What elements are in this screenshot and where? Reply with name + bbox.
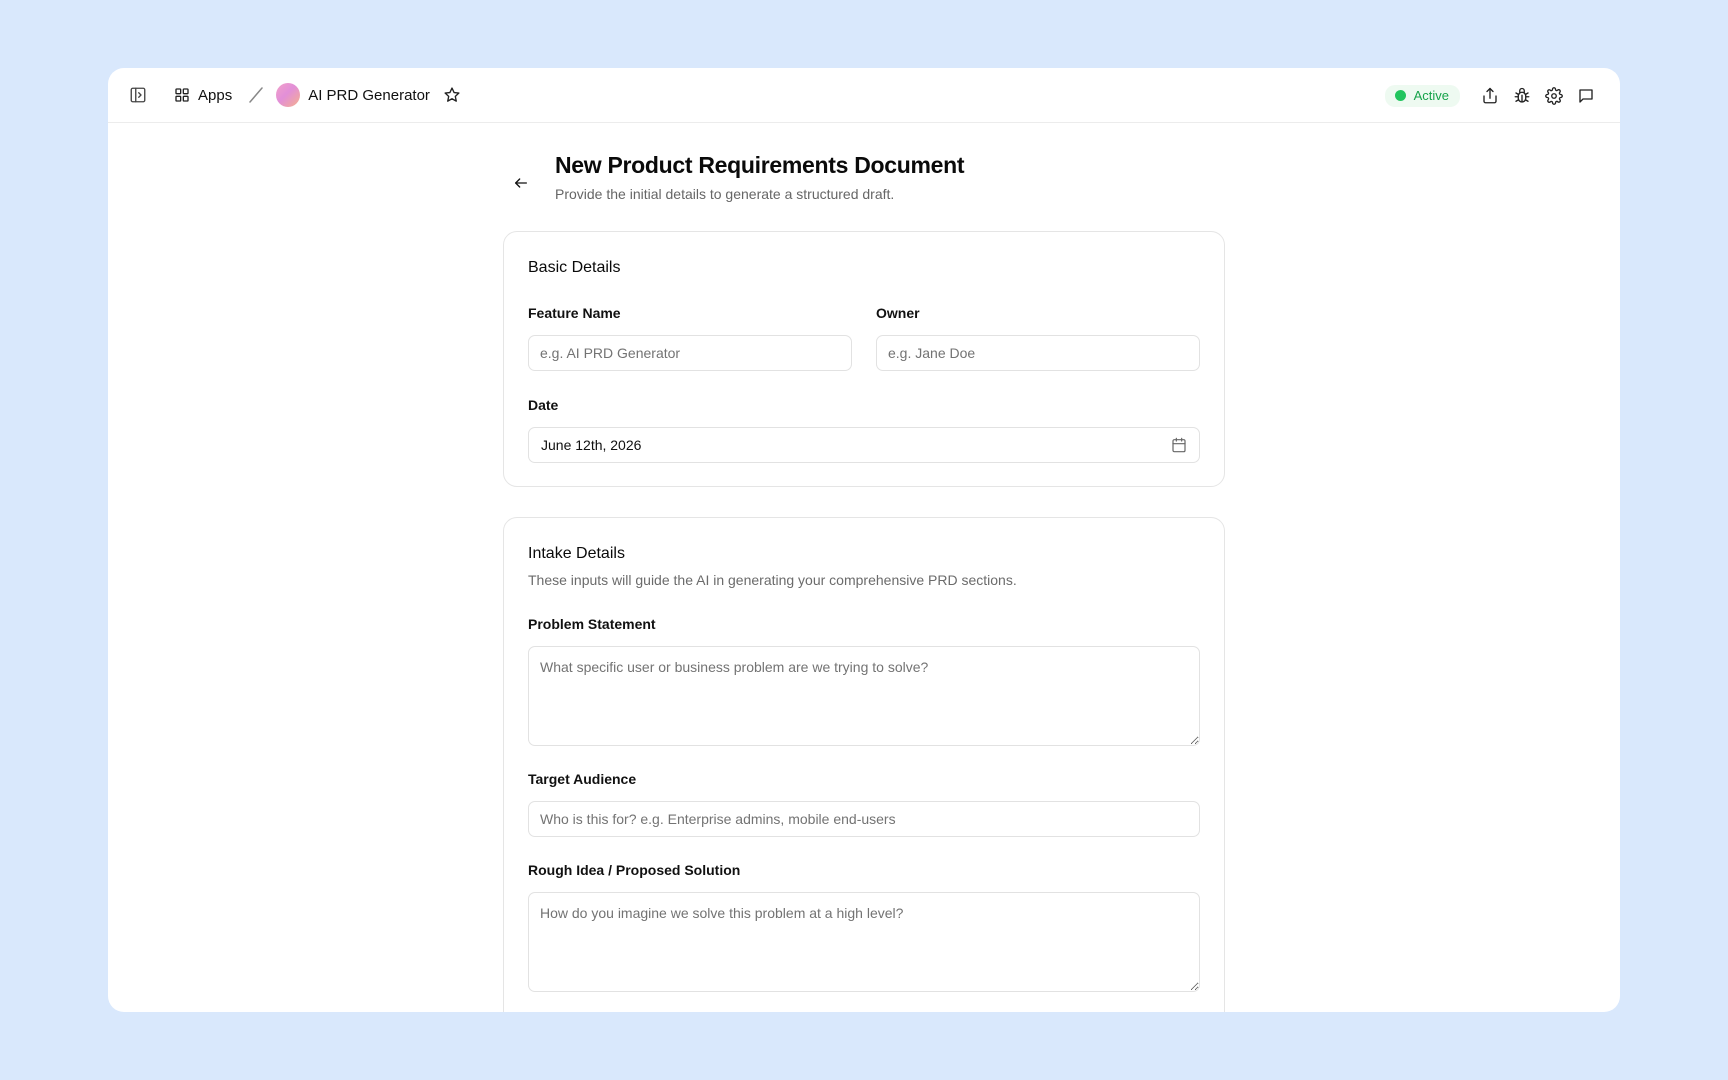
intake-details-title: Intake Details <box>528 545 625 562</box>
feature-name-label: Feature Name <box>528 305 621 321</box>
bug-icon <box>1514 87 1530 103</box>
status-text: Active <box>1413 88 1449 103</box>
message-icon <box>1579 88 1593 103</box>
feature-name-input[interactable] <box>528 335 852 371</box>
date-label: Date <box>528 397 559 413</box>
grid-icon <box>175 88 189 102</box>
toolbar-actions: Active <box>1384 68 1600 123</box>
main-content: New Product Requirements Document Provid… <box>503 148 1225 1012</box>
debug-button[interactable] <box>1508 82 1536 110</box>
top-bar: Apps AI PRD Generator Active <box>108 68 1620 123</box>
arrow-left-icon <box>515 178 527 188</box>
sidebar-toggle-button[interactable] <box>124 81 152 109</box>
favorite-button[interactable] <box>438 81 466 109</box>
gear-icon <box>1545 86 1563 105</box>
app-window: Apps AI PRD Generator Active New Product… <box>108 68 1620 1012</box>
breadcrumb-separator <box>248 86 264 104</box>
date-picker[interactable]: June 12th, 2026 <box>528 427 1200 463</box>
rough-idea-label: Rough Idea / Proposed Solution <box>528 862 741 878</box>
status-dot <box>1394 90 1406 101</box>
target-audience-input[interactable] <box>528 801 1200 837</box>
sidebar-toggle-icon <box>130 87 146 103</box>
intake-details-card: Intake Details These inputs will guide t… <box>503 517 1225 1012</box>
breadcrumb: Apps AI PRD Generator <box>174 81 466 109</box>
problem-statement-label: Problem Statement <box>528 616 656 632</box>
basic-details-title: Basic Details <box>528 259 621 276</box>
page-subtitle: Provide the initial details to generate … <box>555 186 895 202</box>
back-button[interactable] <box>509 171 533 195</box>
star-icon <box>444 87 460 102</box>
apps-link[interactable]: Apps <box>174 87 232 104</box>
share-button[interactable] <box>1476 82 1504 110</box>
app-avatar <box>276 83 301 107</box>
intake-details-description: These inputs will guide the AI in genera… <box>528 572 1017 588</box>
owner-label: Owner <box>876 305 920 321</box>
target-audience-label: Target Audience <box>528 771 637 787</box>
page-title: New Product Requirements Document <box>555 152 965 178</box>
basic-details-card: Basic Details Feature Name Owner Date Ju… <box>503 231 1225 487</box>
rough-idea-textarea[interactable] <box>528 892 1200 992</box>
comments-button[interactable] <box>1572 82 1600 110</box>
date-value: June 12th, 2026 <box>541 437 642 453</box>
settings-button[interactable] <box>1540 82 1568 110</box>
app-name: AI PRD Generator <box>308 86 430 104</box>
apps-label: Apps <box>198 86 233 104</box>
problem-statement-textarea[interactable] <box>528 646 1200 746</box>
status-badge: Active <box>1384 84 1460 107</box>
share-icon <box>1483 87 1497 103</box>
calendar-icon <box>1172 437 1186 453</box>
owner-input[interactable] <box>876 335 1200 371</box>
